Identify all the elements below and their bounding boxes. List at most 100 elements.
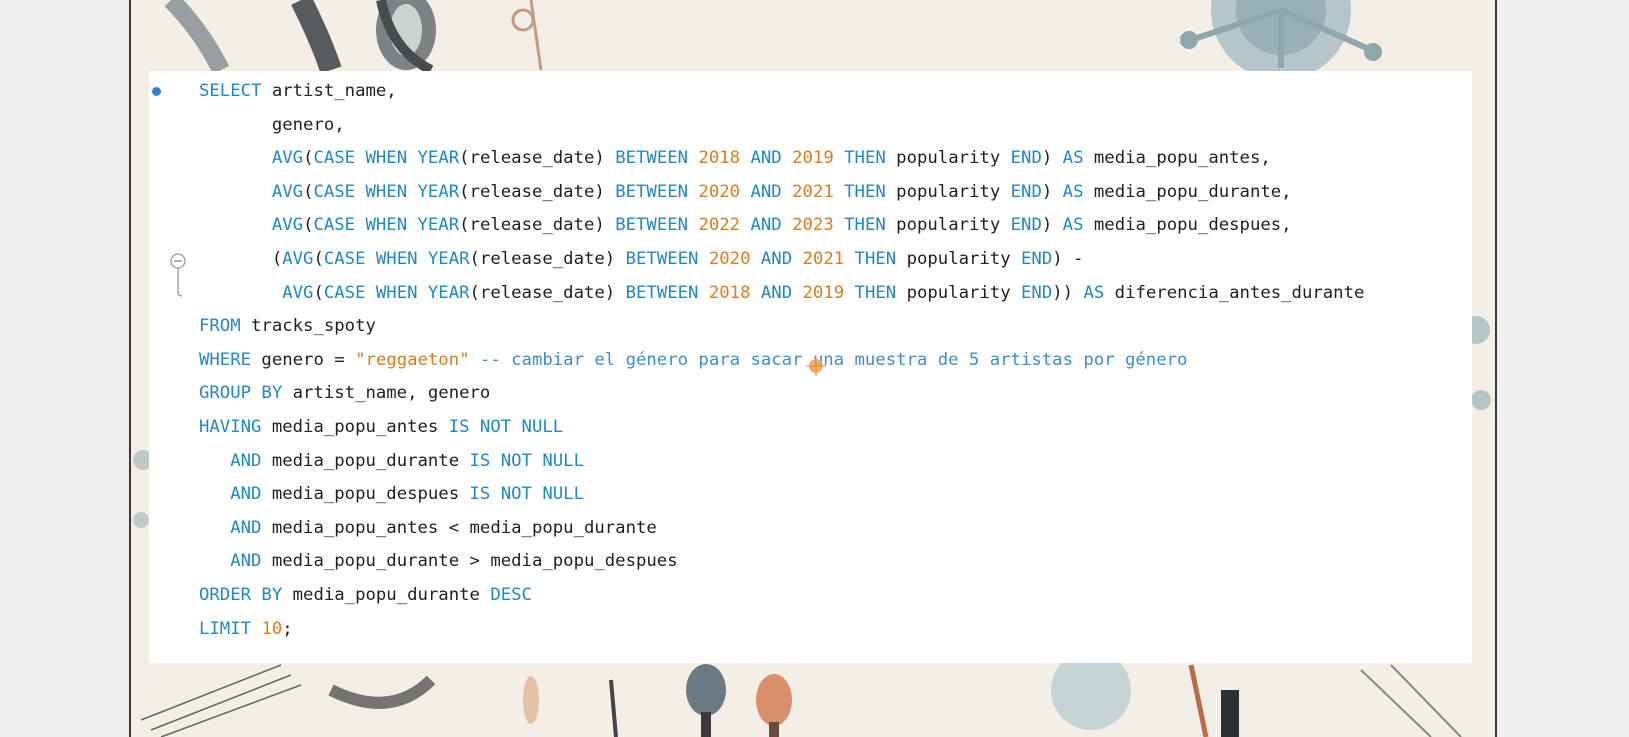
sql-keyword: ORDER BY bbox=[199, 584, 283, 605]
sql-query-code[interactable]: SELECT artist_name, genero, AVG(CASE WHE… bbox=[199, 75, 1364, 646]
sql-keyword: AND bbox=[230, 450, 262, 471]
sql-keyword: FROM bbox=[199, 316, 241, 337]
sql-keyword: AND bbox=[760, 248, 793, 269]
sql-text: ) bbox=[1041, 148, 1063, 169]
code-line[interactable]: AVG(CASE WHEN YEAR(release_date) BETWEEN… bbox=[199, 142, 1364, 176]
sql-text: popularity bbox=[885, 215, 1011, 236]
breakpoint-dot-icon[interactable] bbox=[152, 87, 161, 96]
sql-text: ( bbox=[303, 148, 314, 169]
sql-keyword: CASE WHEN YEAR bbox=[313, 215, 460, 236]
sql-text: ) bbox=[1041, 181, 1063, 202]
code-line[interactable]: AND media_popu_durante > media_popu_desp… bbox=[199, 545, 1364, 579]
sql-text: (release_date) bbox=[459, 181, 616, 202]
sql-keyword: THEN bbox=[854, 248, 897, 269]
sql-text: ) bbox=[1041, 215, 1063, 236]
sql-keyword: IS NOT NULL bbox=[469, 484, 584, 505]
sql-keyword: AND bbox=[230, 484, 262, 505]
sql-keyword: AS bbox=[1062, 181, 1084, 202]
code-line[interactable]: SELECT artist_name, bbox=[199, 75, 1364, 109]
sql-text: media_popu_durante, bbox=[1083, 181, 1292, 202]
sql-keyword: AS bbox=[1062, 148, 1084, 169]
code-line[interactable]: genero, bbox=[199, 109, 1364, 143]
sql-number: 2018 bbox=[698, 148, 741, 169]
sql-keyword: BETWEEN bbox=[615, 148, 689, 169]
sql-text: media_popu_durante bbox=[282, 584, 491, 605]
sql-keyword: DESC bbox=[490, 584, 532, 605]
sql-text: media_popu_antes, bbox=[1083, 148, 1271, 169]
sql-keyword: BETWEEN bbox=[615, 215, 689, 236]
sql-keyword: END bbox=[1010, 148, 1042, 169]
sql-keyword: AVG bbox=[271, 215, 304, 236]
headphones-illustration bbox=[164, 0, 436, 75]
sql-text: popularity bbox=[885, 181, 1011, 202]
code-line[interactable]: HAVING media_popu_antes IS NOT NULL bbox=[199, 411, 1364, 445]
sql-keyword: CASE WHEN YEAR bbox=[323, 248, 470, 269]
sql-text: media_popu_despues bbox=[261, 484, 470, 505]
sql-text: ( bbox=[313, 248, 324, 269]
sql-number: 2018 bbox=[708, 282, 751, 303]
code-line[interactable]: AND media_popu_despues IS NOT NULL bbox=[199, 478, 1364, 512]
sql-keyword: AVG bbox=[282, 248, 314, 269]
sql-keyword: AND bbox=[230, 517, 262, 538]
brushes-illustration bbox=[523, 650, 1462, 737]
sql-keyword: HAVING bbox=[199, 416, 262, 437]
sql-keyword: CASE WHEN YEAR bbox=[313, 181, 460, 202]
sql-keyword: AVG bbox=[271, 148, 304, 169]
sql-text: popularity bbox=[885, 148, 1011, 169]
code-line[interactable]: AVG(CASE WHEN YEAR(release_date) BETWEEN… bbox=[199, 277, 1364, 311]
code-line[interactable]: LIMIT 10; bbox=[199, 613, 1364, 647]
sql-number: 2021 bbox=[792, 181, 834, 202]
sql-text: popularity bbox=[896, 248, 1022, 269]
sql-text: ) - bbox=[1052, 248, 1084, 269]
sql-number: 2023 bbox=[792, 215, 834, 236]
sql-keyword: THEN bbox=[844, 215, 886, 236]
sql-number: 2019 bbox=[802, 282, 845, 303]
sql-string: "reggaeton" bbox=[355, 349, 470, 370]
sql-keyword: BETWEEN bbox=[625, 282, 699, 303]
sql-keyword: CASE WHEN YEAR bbox=[313, 148, 460, 169]
code-line[interactable]: ORDER BY media_popu_durante DESC bbox=[199, 579, 1364, 613]
code-line[interactable]: AND media_popu_durante IS NOT NULL bbox=[199, 445, 1364, 479]
sql-text: artist_name, genero bbox=[282, 383, 491, 404]
sql-text: diferencia_antes_durante bbox=[1104, 282, 1365, 303]
code-line[interactable]: AVG(CASE WHEN YEAR(release_date) BETWEEN… bbox=[199, 176, 1364, 210]
code-line[interactable]: AND media_popu_antes < media_popu_durant… bbox=[199, 512, 1364, 546]
sql-text: (release_date) bbox=[469, 282, 626, 303]
sql-text: ( bbox=[199, 248, 283, 269]
code-line[interactable]: (AVG(CASE WHEN YEAR(release_date) BETWEE… bbox=[199, 243, 1364, 277]
sql-keyword: END bbox=[1021, 282, 1053, 303]
sql-keyword: IS NOT NULL bbox=[448, 416, 564, 437]
sql-keyword: AVG bbox=[282, 282, 314, 303]
code-line[interactable]: AVG(CASE WHEN YEAR(release_date) BETWEEN… bbox=[199, 209, 1364, 243]
code-line[interactable]: FROM tracks_spoty bbox=[199, 310, 1364, 344]
sql-text: (release_date) bbox=[459, 215, 616, 236]
sql-keyword: AND bbox=[750, 181, 782, 202]
sql-comment: -- cambiar el género para sacar una mues… bbox=[479, 349, 1188, 370]
sql-text: media_popu_durante > media_popu_despues bbox=[261, 551, 678, 572]
code-line[interactable]: WHERE genero = "reggaeton" -- cambiar el… bbox=[199, 344, 1364, 378]
code-line[interactable]: GROUP BY artist_name, genero bbox=[199, 377, 1364, 411]
fold-collapse-icon[interactable] bbox=[169, 252, 187, 300]
sql-keyword: CASE WHEN YEAR bbox=[323, 282, 470, 303]
sql-keyword: LIMIT bbox=[199, 618, 252, 639]
